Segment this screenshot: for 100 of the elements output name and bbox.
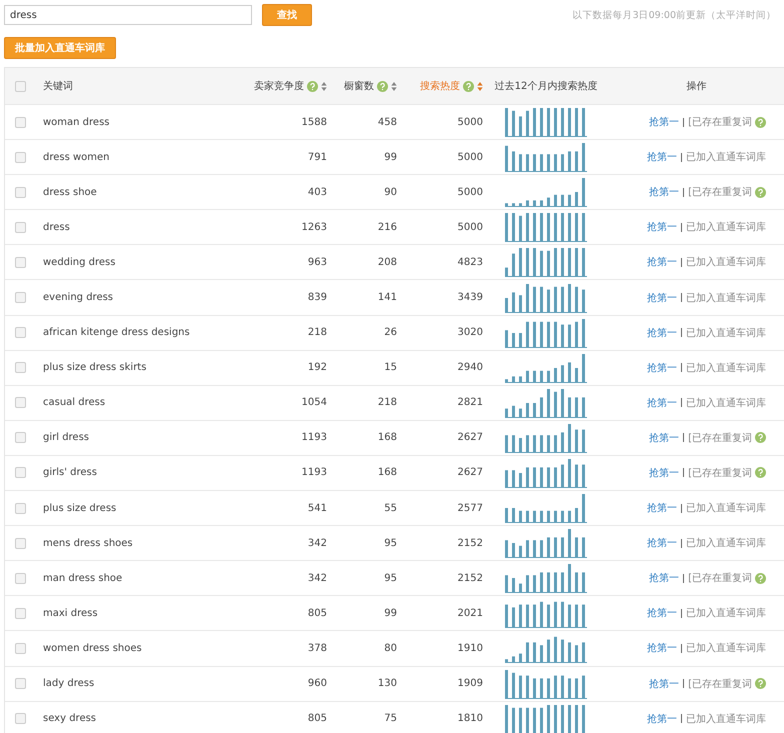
help-icon[interactable] xyxy=(377,80,388,92)
bid-first-link[interactable]: 抢第一 xyxy=(647,501,677,516)
keyword-status: 已加入直通车词库 xyxy=(686,362,766,375)
row-checkbox[interactable] xyxy=(14,116,26,128)
heat-cell: 5000 xyxy=(458,222,483,233)
showcase-cell: 26 xyxy=(384,327,397,338)
bid-first-link[interactable]: 抢第一 xyxy=(647,641,677,656)
bid-first-link[interactable]: 抢第一 xyxy=(647,536,677,550)
bid-first-link[interactable]: 抢第一 xyxy=(647,290,677,305)
update-note: 以下数据每月3日09:00前更新（太平洋时间） xyxy=(572,8,776,22)
help-icon[interactable] xyxy=(755,116,766,128)
bid-first-link[interactable]: 抢第一 xyxy=(649,571,680,586)
row-checkbox[interactable] xyxy=(14,397,26,408)
help-icon[interactable] xyxy=(463,80,474,92)
bid-first-link[interactable]: 抢第一 xyxy=(649,115,680,130)
keyword-status: 已加入直通车词库 xyxy=(686,536,766,550)
row-checkbox[interactable] xyxy=(14,327,26,338)
column-header[interactable]: 橱窗数 xyxy=(344,79,374,93)
row-checkbox[interactable] xyxy=(14,292,26,304)
showcase-cell: 15 xyxy=(384,362,397,374)
sort-icon[interactable] xyxy=(477,82,483,90)
competition-cell: 805 xyxy=(308,713,327,724)
keyword-status: 已加入直通车词库 xyxy=(686,220,766,234)
keyword-cell: man dress shoe xyxy=(43,572,122,584)
heat-cell: 1909 xyxy=(458,678,483,690)
competition-cell: 192 xyxy=(308,362,327,374)
showcase-cell: 80 xyxy=(384,642,397,654)
column-header[interactable]: 卖家竞争度 xyxy=(254,79,304,93)
keyword-status: [已存在重复词 xyxy=(688,572,752,586)
keyword-status: 已加入直通车词库 xyxy=(686,326,766,340)
heat-cell: 2627 xyxy=(458,467,483,478)
row-checkbox[interactable] xyxy=(14,222,26,233)
showcase-cell: 458 xyxy=(378,116,397,128)
select-all-checkbox[interactable] xyxy=(14,80,26,92)
column-header: 操作 xyxy=(686,80,706,93)
bid-first-link[interactable]: 抢第一 xyxy=(649,430,680,445)
search-field[interactable]: dress xyxy=(4,5,252,25)
row-checkbox[interactable] xyxy=(14,502,26,514)
column-header[interactable]: 搜索热度 xyxy=(420,79,460,93)
bid-first-link[interactable]: 抢第一 xyxy=(649,185,680,200)
showcase-cell: 208 xyxy=(378,256,397,268)
heat-cell: 4823 xyxy=(458,256,483,268)
competition-cell: 1054 xyxy=(302,397,327,408)
help-icon[interactable] xyxy=(755,432,766,444)
row-checkbox[interactable] xyxy=(14,678,26,690)
bid-first-link[interactable]: 抢第一 xyxy=(649,466,680,480)
row-checkbox[interactable] xyxy=(14,256,26,268)
help-icon[interactable] xyxy=(755,467,766,478)
showcase-cell: 90 xyxy=(384,186,397,198)
showcase-cell: 218 xyxy=(378,397,397,408)
showcase-cell: 95 xyxy=(384,538,397,549)
sort-icon[interactable] xyxy=(391,82,397,90)
bid-first-link[interactable]: 抢第一 xyxy=(647,396,677,410)
row-checkbox[interactable] xyxy=(14,467,26,478)
keyword-status: 已加入直通车词库 xyxy=(686,502,766,516)
keyword-cell: dress shoe xyxy=(43,186,97,198)
bid-first-link[interactable]: 抢第一 xyxy=(647,712,677,726)
help-icon[interactable] xyxy=(755,186,766,198)
row-checkbox[interactable] xyxy=(14,538,26,549)
help-icon[interactable] xyxy=(755,678,766,690)
help-icon[interactable] xyxy=(307,80,318,92)
help-icon[interactable] xyxy=(755,572,766,584)
row-checkbox[interactable] xyxy=(14,572,26,584)
row-checkbox[interactable] xyxy=(14,642,26,654)
competition-cell: 960 xyxy=(308,678,327,690)
heat-cell: 1810 xyxy=(458,713,483,724)
keyword-status: 已加入直通车词库 xyxy=(686,256,766,270)
bid-first-link[interactable]: 抢第一 xyxy=(647,150,677,164)
bid-first-link[interactable]: 抢第一 xyxy=(647,220,677,234)
row-checkbox[interactable] xyxy=(14,362,26,374)
heat-cell: 5000 xyxy=(458,152,483,163)
showcase-cell: 168 xyxy=(378,467,397,478)
bid-first-link[interactable]: 抢第一 xyxy=(647,255,677,270)
bid-first-link[interactable]: 抢第一 xyxy=(647,360,677,375)
competition-cell: 1263 xyxy=(302,222,327,233)
competition-cell: 218 xyxy=(308,327,327,338)
sort-icon[interactable] xyxy=(321,82,327,90)
row-checkbox[interactable] xyxy=(14,186,26,198)
showcase-cell: 216 xyxy=(378,222,397,233)
bid-first-link[interactable]: 抢第一 xyxy=(647,326,677,340)
showcase-cell: 55 xyxy=(384,502,397,514)
heat-cell: 2152 xyxy=(458,538,483,549)
column-header: 关键词 xyxy=(43,80,73,93)
competition-cell: 342 xyxy=(308,538,327,549)
competition-cell: 342 xyxy=(308,572,327,584)
heat-cell: 2627 xyxy=(458,432,483,444)
row-checkbox[interactable] xyxy=(14,713,26,724)
row-checkbox[interactable] xyxy=(14,152,26,163)
column-header: 过去12个月内搜索热度 xyxy=(494,80,598,93)
competition-cell: 791 xyxy=(308,152,327,163)
competition-cell: 839 xyxy=(308,292,327,304)
keyword-cell: dress women xyxy=(43,152,110,163)
heat-cell: 2821 xyxy=(458,397,483,408)
row-checkbox[interactable] xyxy=(14,432,26,444)
bid-first-link[interactable]: 抢第一 xyxy=(649,676,680,691)
row-checkbox[interactable] xyxy=(14,608,26,619)
bid-first-link[interactable]: 抢第一 xyxy=(647,606,677,620)
competition-cell: 1588 xyxy=(302,116,327,128)
keyword-status: [已存在重复词 xyxy=(688,186,752,200)
keyword-status: 已加入直通车词库 xyxy=(686,606,766,620)
